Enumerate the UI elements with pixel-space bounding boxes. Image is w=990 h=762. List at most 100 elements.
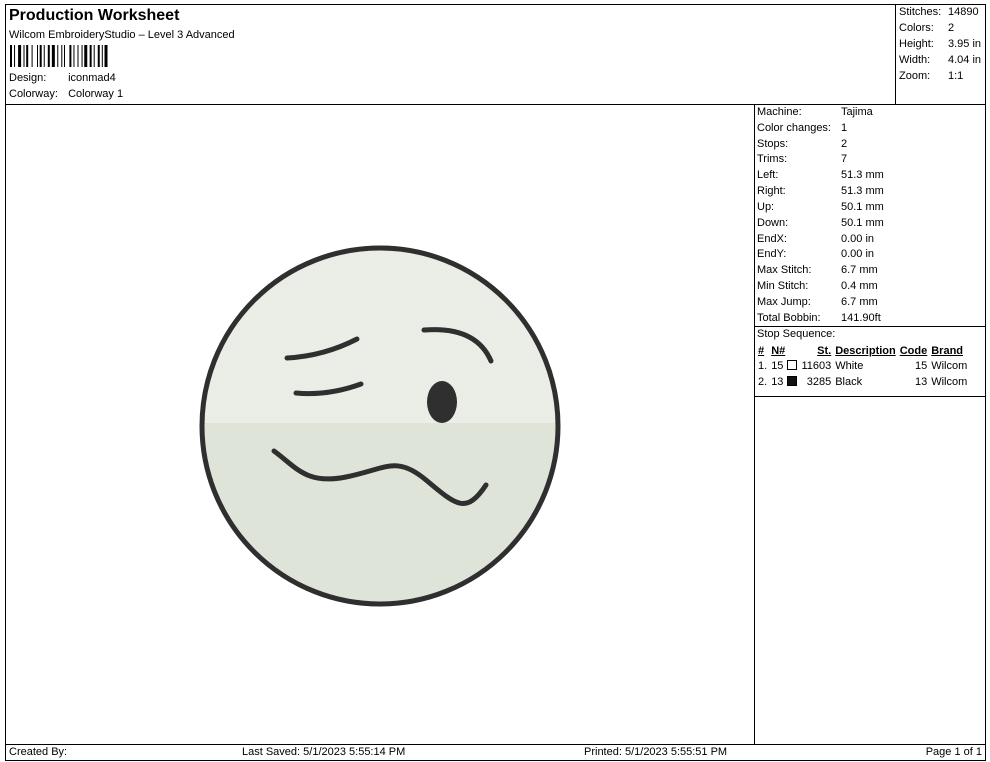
barcode-bar bbox=[84, 45, 88, 67]
info-row: Right: 51.3 mm bbox=[757, 185, 985, 197]
table-header-row: # N# St. Description Code Brand bbox=[756, 343, 969, 358]
barcode-bar bbox=[89, 45, 92, 67]
design-label: Design: bbox=[9, 72, 47, 84]
software-name: Wilcom EmbroideryStudio – Level 3 Advanc… bbox=[9, 29, 235, 41]
barcode-bar bbox=[73, 45, 75, 67]
page-number: Page 1 of 1 bbox=[925, 746, 982, 758]
barcode-bar bbox=[64, 45, 65, 67]
row-description: White bbox=[835, 360, 864, 372]
info-label: Min Stitch: bbox=[757, 280, 809, 292]
info-value: 50.1 mm bbox=[841, 217, 884, 229]
info-row: Min Stitch: 0.4 mm bbox=[757, 280, 985, 292]
info-row: EndX: 0.00 in bbox=[757, 233, 985, 245]
summary-value: 3.95 in bbox=[948, 38, 982, 50]
barcode-bar bbox=[104, 45, 108, 67]
col-brand: Brand bbox=[931, 344, 964, 357]
colorway-value: Colorway 1 bbox=[68, 88, 124, 100]
barcode-bar bbox=[31, 45, 33, 67]
info-row: Max Jump: 6.7 mm bbox=[757, 296, 985, 308]
summary-label: Width: bbox=[899, 54, 931, 66]
worksheet-header: Production Worksheet Wilcom EmbroiderySt… bbox=[6, 5, 896, 104]
info-row: Total Bobbin: 141.90ft bbox=[757, 312, 985, 324]
barcode-bar bbox=[101, 45, 103, 67]
design-row: Design: iconmad4 bbox=[9, 72, 116, 84]
row-swatch bbox=[785, 358, 799, 374]
summary-label: Stitches: bbox=[899, 6, 942, 18]
right-eye bbox=[427, 381, 457, 423]
info-label: Up: bbox=[757, 201, 775, 213]
info-value: 141.90ft bbox=[841, 312, 881, 324]
info-value: 6.7 mm bbox=[841, 264, 878, 276]
last-saved: Last Saved: 5/1/2023 5:55:14 PM bbox=[242, 746, 406, 758]
created-by: Created By: bbox=[9, 746, 68, 758]
row-code: 13 bbox=[914, 376, 928, 388]
row-brand: Wilcom bbox=[931, 376, 968, 388]
stop-sequence-panel: Stop Sequence: # N# St. Description Code… bbox=[755, 326, 985, 396]
row-stitches: 11603 bbox=[801, 360, 832, 372]
info-value: 1 bbox=[841, 122, 848, 134]
stop-sequence-title: Stop Sequence: bbox=[757, 328, 836, 340]
barcode-bar bbox=[57, 45, 59, 67]
info-value: 7 bbox=[841, 153, 848, 165]
info-value: 51.3 mm bbox=[841, 169, 884, 181]
row-needle: 15 bbox=[771, 360, 784, 372]
barcode-bar bbox=[18, 45, 22, 67]
info-label: Max Jump: bbox=[757, 296, 811, 308]
info-row: Color changes: 1 bbox=[757, 122, 985, 134]
barcode-bar bbox=[10, 45, 12, 67]
stop-sequence-bottom-divider bbox=[755, 396, 985, 397]
info-value: 6.7 mm bbox=[841, 296, 878, 308]
col-description: Description bbox=[835, 344, 896, 357]
summary-panel: Stitches: 14890 Colors: 2 Height: 3.95 in W… bbox=[895, 5, 986, 104]
summary-value: 14890 bbox=[948, 6, 979, 18]
color-swatch bbox=[787, 360, 798, 370]
barcode-bar bbox=[47, 45, 50, 67]
info-value: 2 bbox=[841, 138, 848, 150]
row-swatch bbox=[785, 374, 799, 390]
stop-sequence-table: # N# St. Description Code Brand 1. 15 11… bbox=[756, 343, 969, 390]
info-label: Left: bbox=[757, 169, 779, 181]
printed-date: Printed: 5/1/2023 5:55:51 PM bbox=[584, 746, 728, 758]
summary-row: Width: 4.04 in bbox=[899, 54, 987, 66]
info-label: Color changes: bbox=[757, 122, 831, 134]
info-value: 0.00 in bbox=[841, 233, 875, 245]
barcode-bar bbox=[69, 45, 72, 67]
info-row: Up: 50.1 mm bbox=[757, 201, 985, 213]
colorway-row: Colorway: Colorway 1 bbox=[9, 88, 123, 100]
row-index: 1. bbox=[758, 360, 768, 372]
col-index: # bbox=[758, 344, 765, 357]
summary-row: Colors: 2 bbox=[899, 22, 987, 34]
info-value: 51.3 mm bbox=[841, 185, 884, 197]
barcode-bar bbox=[97, 45, 100, 67]
info-value: 0.4 mm bbox=[841, 280, 878, 292]
worksheet-footer: Created By: Last Saved: 5/1/2023 5:55:14… bbox=[6, 745, 985, 761]
info-label: Trims: bbox=[757, 153, 788, 165]
col-code: Code bbox=[899, 344, 928, 357]
barcode-bar bbox=[39, 45, 42, 67]
row-index: 2. bbox=[758, 376, 768, 388]
barcode-bar bbox=[81, 45, 83, 67]
color-swatch bbox=[787, 376, 798, 386]
info-row: Left: 51.3 mm bbox=[757, 169, 985, 181]
info-label: Max Stitch: bbox=[757, 264, 812, 276]
barcode-bar bbox=[37, 45, 38, 67]
design-value: iconmad4 bbox=[68, 72, 116, 84]
info-value: 0.00 in bbox=[841, 248, 875, 260]
barcode-bar bbox=[43, 45, 45, 67]
info-row: Machine: Tajima bbox=[757, 106, 985, 118]
col-needle: N# bbox=[771, 344, 786, 357]
info-row: Down: 50.1 mm bbox=[757, 217, 985, 229]
info-label: Stops: bbox=[757, 138, 789, 150]
row-needle: 13 bbox=[771, 376, 784, 388]
summary-label: Height: bbox=[899, 38, 934, 50]
info-label: EndX: bbox=[757, 233, 787, 245]
row-code: 15 bbox=[914, 360, 928, 372]
info-row: Stops: 2 bbox=[757, 138, 985, 150]
info-label: EndY: bbox=[757, 248, 787, 260]
summary-value: 1:1 bbox=[948, 70, 964, 82]
barcode-bar bbox=[14, 45, 16, 67]
page-title: Production Worksheet bbox=[9, 7, 180, 24]
summary-row: Height: 3.95 in bbox=[899, 38, 987, 50]
barcode-bar bbox=[23, 45, 25, 67]
barcode-bar bbox=[26, 45, 29, 67]
